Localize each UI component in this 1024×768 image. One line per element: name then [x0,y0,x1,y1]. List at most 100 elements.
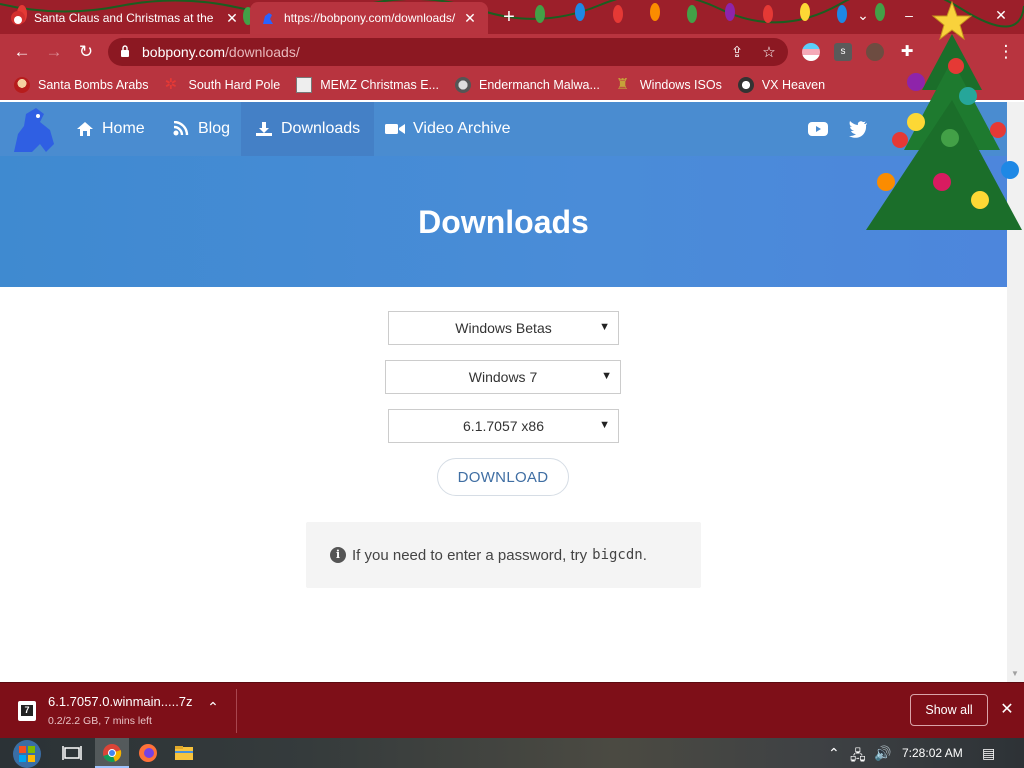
windows-start-icon[interactable] [8,738,46,768]
notice-text: If you need to enter a password, try [352,546,588,564]
address-bar[interactable]: bobpony.com/downloads/ ⇪ ☆ [108,38,788,66]
download-status: 0.2/2.2 GB, 7 mins left [48,715,152,727]
snowflake-icon: ✲ [164,76,178,93]
close-shelf-icon[interactable]: ✕ [998,699,1016,719]
nav-label: Home [102,120,145,137]
7z-file-icon: 7 [18,701,36,721]
page-scrollbar[interactable]: ▼ [1007,102,1024,682]
password-notice: i If you need to enter a password, try b… [306,522,701,588]
close-window-button[interactable]: ✕ [978,0,1024,30]
hero-banner: Downloads [0,156,1007,287]
minimize-button[interactable]: – [886,0,932,30]
chevron-down-icon: ▼ [599,419,610,431]
chevron-down-icon: ▼ [599,321,610,333]
firefox-icon[interactable] [138,743,158,763]
youtube-icon[interactable] [808,120,828,138]
bookmark-windows-isos[interactable]: ♜ Windows ISOs [616,77,722,93]
url-text: bobpony.com/downloads/ [142,44,300,60]
forward-button[interactable]: → [42,40,66,64]
bookmark-vx-heaven[interactable]: VX Heaven [737,77,826,93]
browser-toolbar: ← → ↻ bobpony.com/downloads/ ⇪ ☆ s ✚ ⋮ [0,34,1024,70]
twitter-icon[interactable] [848,120,868,138]
tab-close-icon[interactable]: ✕ [462,10,478,27]
tab-close-icon[interactable]: ✕ [224,10,240,27]
tab-search-button[interactable]: ⌄ [840,0,886,30]
nav-downloads[interactable]: Downloads [241,102,375,156]
page-title: Downloads [418,204,589,240]
blog-icon [173,121,189,136]
build-select[interactable]: 6.1.7057 x86 ▼ [388,409,619,443]
download-icon [256,122,272,136]
bookmark-endermanch-malware[interactable]: Endermanch Malwa... [454,77,600,93]
nav-label: Blog [198,120,231,137]
nav-video-archive[interactable]: Video Archive [371,102,525,156]
share-icon[interactable]: ⇪ [728,44,746,62]
tab-title: Santa Claus and Christmas at the [34,11,214,25]
site-navbar: Home Blog Downloads Video Archive [0,102,1007,156]
notice-password: bigcdn [592,547,643,563]
product-select-value: Windows 7 [468,369,538,385]
santa-icon [14,77,30,93]
bookmark-label: VX Heaven [761,78,826,92]
s-extension-icon[interactable]: s [834,43,852,61]
notifications-icon[interactable]: ▤ [982,745,995,762]
task-view-icon[interactable] [62,743,82,763]
reload-button[interactable]: ↻ [74,40,98,64]
trophy-icon: ♜ [615,76,630,93]
scroll-down-icon[interactable]: ▼ [1011,669,1019,678]
nav-blog[interactable]: Blog [158,102,244,156]
extensions-puzzle-icon[interactable]: ✚ [898,43,916,61]
video-icon [385,124,405,134]
home-icon [77,122,93,136]
notice-end: . [642,546,647,564]
nav-home[interactable]: Home [62,102,159,156]
bookmark-santa-bombs-arabs[interactable]: Santa Bombs Arabs [14,77,148,93]
info-icon: i [330,547,346,563]
bookmark-memz-christmas[interactable]: MEMZ Christmas E... [296,77,439,93]
volume-icon[interactable]: 🔊 [874,745,891,762]
bookmark-label: MEMZ Christmas E... [320,78,439,92]
chevron-down-icon: ▼ [601,370,612,382]
memz-icon [296,77,313,93]
windows-taskbar: ⌃ 🖧 🔊 7:28:02 AM ▤ [0,738,1024,768]
tray-chevron-up-icon[interactable]: ⌃ [828,745,840,762]
build-select-value: 6.1.7057 x86 [463,418,544,434]
bookmarks-bar: Santa Bombs Arabs ✲ South Hard Pole MEMZ… [0,70,1024,100]
browser-titlebar: Santa Claus and Christmas at the ✕ https… [0,0,1024,34]
chevron-up-icon[interactable]: ⌃ [204,699,222,716]
bobpony-favicon-icon [263,13,273,24]
santa-favicon-icon [11,11,25,25]
shelf-divider [236,689,237,733]
nav-label: Downloads [281,120,361,137]
category-select-value: Windows Betas [455,320,552,336]
bobpony-logo-icon[interactable] [10,104,62,156]
raccoon-icon [454,77,471,93]
taskbar-clock[interactable]: 7:28:02 AM [902,746,963,760]
bookmark-star-icon[interactable]: ☆ [760,44,778,62]
new-tab-button[interactable]: + [498,6,520,28]
url-path: /downloads/ [225,44,300,60]
product-select[interactable]: Windows 7 ▼ [385,360,621,394]
vx-icon [737,77,754,93]
bookmark-label: Santa Bombs Arabs [38,78,149,92]
chrome-icon[interactable] [102,743,122,763]
download-filename[interactable]: 6.1.7057.0.winmain.....7z [48,694,193,709]
category-select[interactable]: Windows Betas ▼ [388,311,619,345]
tab-bobpony-downloads[interactable]: https://bobpony.com/downloads/ ✕ [250,2,488,34]
show-all-button[interactable]: Show all [910,694,988,726]
network-icon[interactable]: 🖧 [850,745,866,768]
back-button[interactable]: ← [10,40,34,64]
nav-label: Video Archive [413,120,511,137]
avatar-extension-icon[interactable] [866,43,884,61]
bookmark-south-hard-pole[interactable]: ✲ South Hard Pole [164,77,280,93]
lock-icon [121,45,129,57]
web-page: Home Blog Downloads Video Archive Downlo… [0,102,1007,682]
trans-flag-extension-icon[interactable] [802,43,820,61]
tab-santa-claus[interactable]: Santa Claus and Christmas at the ✕ [0,2,250,34]
file-explorer-icon[interactable] [174,743,194,763]
url-host: bobpony.com [142,44,226,60]
download-button[interactable]: DOWNLOAD [437,458,569,496]
bookmark-label: South Hard Pole [188,78,281,92]
tab-title: https://bobpony.com/downloads/ [284,11,456,25]
chrome-menu-icon[interactable]: ⋮ [994,40,1018,64]
